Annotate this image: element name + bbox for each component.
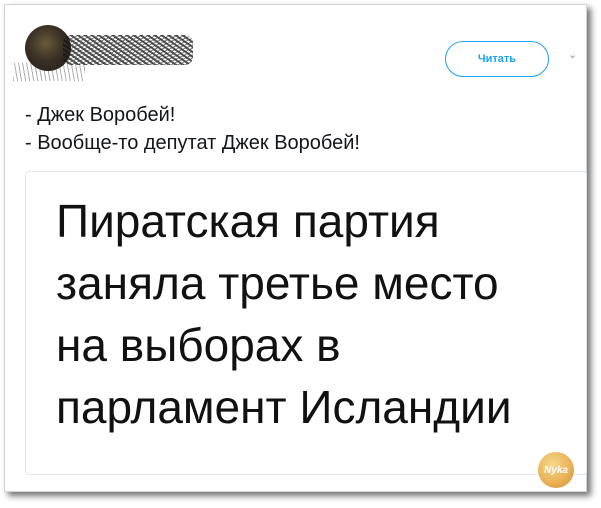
chevron-down-icon[interactable]: ⌄ <box>568 50 578 61</box>
watermark-logo: Nyka <box>538 452 574 488</box>
tweet-line: - Вообще-то депутат Джек Воробей! <box>25 132 360 154</box>
redacted-author-name <box>63 35 193 65</box>
tweet-text: - Джек Воробей! - Вообще-то депутат Джек… <box>25 101 360 157</box>
tweet-line: - Джек Воробей! <box>25 104 176 126</box>
media-line: на выборах в <box>56 319 341 371</box>
media-line: парламент Исландии <box>56 381 512 433</box>
tweet-card: Читать ⌄ - Джек Воробей! - Вообще-то деп… <box>4 4 587 492</box>
tweet-header: Читать ⌄ <box>5 5 586 85</box>
tweet-media[interactable]: Пиратская партия заняла третье место на … <box>25 171 587 475</box>
media-caption: Пиратская партия заняла третье место на … <box>56 190 512 438</box>
redacted-scribble <box>13 63 85 81</box>
media-line: Пиратская партия <box>56 195 440 247</box>
follow-button[interactable]: Читать <box>445 41 549 77</box>
media-line: заняла третье место <box>56 257 499 309</box>
